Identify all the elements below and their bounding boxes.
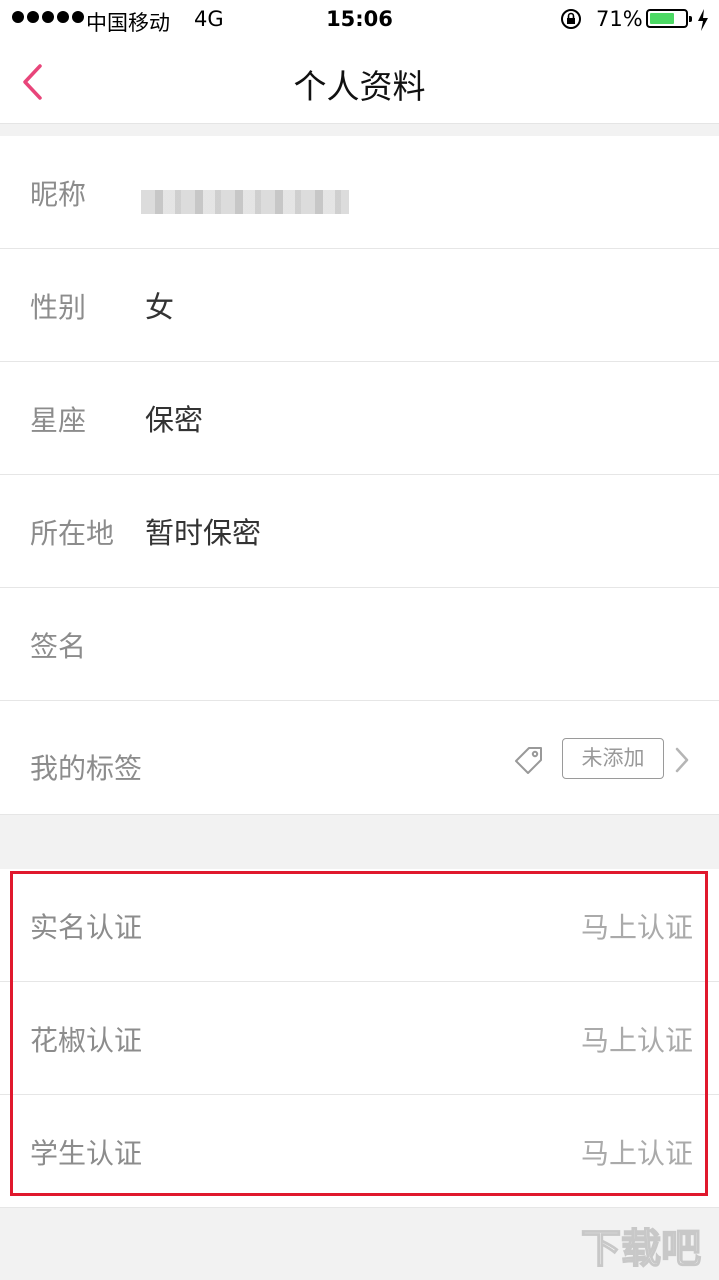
nav-bar: 个人资料 (0, 40, 719, 124)
student-verification-row[interactable]: 学生认证 马上认证 (0, 1095, 719, 1208)
watermark-logo: 下载吧 (580, 1225, 702, 1273)
gender-value: 女 (145, 290, 175, 324)
profile-section: 昵称 性别 女 星座 保密 所在地 暂时保密 签名 我的标签 未添加 (0, 136, 719, 815)
gender-row[interactable]: 性别 女 (0, 249, 719, 362)
verification-section: 实名认证 马上认证 花椒认证 马上认证 学生认证 马上认证 (0, 869, 719, 1208)
rotation-lock-icon (561, 9, 581, 29)
charging-icon (698, 9, 708, 31)
huajiao-verify-now[interactable]: 马上认证 (581, 1019, 693, 1059)
huajiao-verification-label: 花椒认证 (30, 1024, 143, 1057)
real-name-verify-now[interactable]: 马上认证 (581, 906, 693, 946)
zodiac-row[interactable]: 星座 保密 (0, 362, 719, 475)
student-verification-label: 学生认证 (30, 1137, 143, 1170)
chevron-right-icon (675, 747, 689, 773)
nickname-label: 昵称 (30, 178, 87, 211)
svg-text:下载吧: 下载吧 (581, 1226, 701, 1272)
huajiao-verification-row[interactable]: 花椒认证 马上认证 (0, 982, 719, 1095)
add-tag-button[interactable]: 未添加 (562, 738, 664, 779)
signature-label: 签名 (30, 630, 87, 663)
status-bar: 中国移动 4G 15:06 71% (0, 0, 719, 40)
battery-percent: 71% (596, 7, 643, 31)
real-name-verification-label: 实名认证 (30, 911, 143, 944)
location-value: 暂时保密 (145, 516, 262, 550)
battery-icon (646, 9, 692, 28)
page-title: 个人资料 (293, 67, 426, 106)
nickname-row[interactable]: 昵称 (0, 136, 719, 249)
signature-row[interactable]: 签名 (0, 588, 719, 701)
tag-icon (515, 747, 542, 774)
my-tags-row[interactable]: 我的标签 未添加 (0, 701, 719, 815)
gender-label: 性别 (30, 291, 87, 324)
my-tags-label: 我的标签 (30, 752, 143, 785)
zodiac-label: 星座 (30, 404, 87, 437)
real-name-verification-row[interactable]: 实名认证 马上认证 (0, 869, 719, 982)
location-label: 所在地 (30, 517, 115, 550)
zodiac-value: 保密 (145, 403, 204, 437)
nickname-value-blurred (141, 190, 349, 214)
student-verify-now[interactable]: 马上认证 (581, 1132, 693, 1172)
location-row[interactable]: 所在地 暂时保密 (0, 475, 719, 588)
